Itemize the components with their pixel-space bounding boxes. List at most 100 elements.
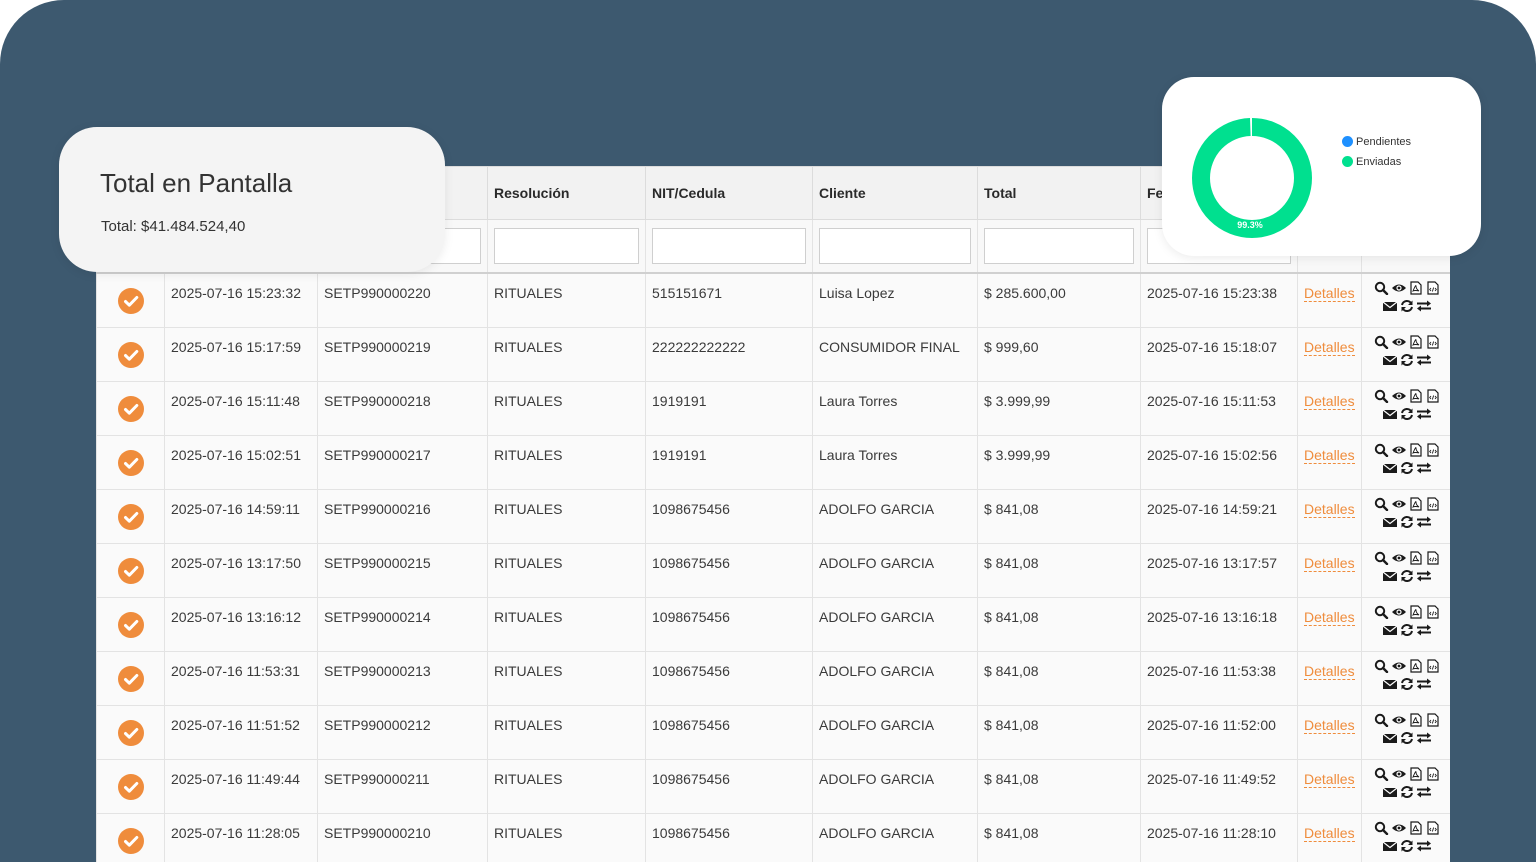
envelope-icon[interactable] xyxy=(1382,407,1398,421)
xml-icon[interactable] xyxy=(1425,821,1441,835)
refresh-icon[interactable] xyxy=(1399,353,1415,367)
exchange-icon[interactable] xyxy=(1416,569,1432,583)
pdf-icon[interactable] xyxy=(1408,443,1424,457)
refresh-icon[interactable] xyxy=(1399,569,1415,583)
filter-nit-input[interactable] xyxy=(652,228,806,264)
eye-icon[interactable] xyxy=(1391,821,1407,835)
exchange-icon[interactable] xyxy=(1416,677,1432,691)
filter-total-input[interactable] xyxy=(984,228,1134,264)
search-icon[interactable] xyxy=(1374,821,1390,835)
exchange-icon[interactable] xyxy=(1416,353,1432,367)
envelope-icon[interactable] xyxy=(1382,677,1398,691)
filter-resolution-input[interactable] xyxy=(494,228,639,264)
exchange-icon[interactable] xyxy=(1416,623,1432,637)
eye-icon[interactable] xyxy=(1391,659,1407,673)
table-row[interactable]: 2025-07-16 13:16:12 SETP990000214 RITUAL… xyxy=(96,597,1450,652)
table-row[interactable]: 2025-07-16 11:49:44 SETP990000211 RITUAL… xyxy=(96,759,1450,814)
table-row[interactable]: 2025-07-16 11:28:05 SETP990000210 RITUAL… xyxy=(96,813,1450,862)
pdf-icon[interactable] xyxy=(1408,821,1424,835)
pdf-icon[interactable] xyxy=(1408,497,1424,511)
pdf-icon[interactable] xyxy=(1408,767,1424,781)
exchange-icon[interactable] xyxy=(1416,407,1432,421)
exchange-icon[interactable] xyxy=(1416,461,1432,475)
refresh-icon[interactable] xyxy=(1399,623,1415,637)
search-icon[interactable] xyxy=(1374,551,1390,565)
column-header-resolution[interactable]: Resolución xyxy=(487,166,646,220)
search-icon[interactable] xyxy=(1374,443,1390,457)
search-icon[interactable] xyxy=(1374,605,1390,619)
pdf-icon[interactable] xyxy=(1408,551,1424,565)
envelope-icon[interactable] xyxy=(1382,569,1398,583)
xml-icon[interactable] xyxy=(1425,659,1441,673)
refresh-icon[interactable] xyxy=(1399,839,1415,853)
details-link[interactable]: Detalles xyxy=(1304,717,1355,734)
search-icon[interactable] xyxy=(1374,281,1390,295)
pdf-icon[interactable] xyxy=(1408,281,1424,295)
column-header-nit[interactable]: NIT/Cedula xyxy=(645,166,813,220)
search-icon[interactable] xyxy=(1374,659,1390,673)
details-link[interactable]: Detalles xyxy=(1304,501,1355,518)
pdf-icon[interactable] xyxy=(1408,389,1424,403)
table-row[interactable]: 2025-07-16 11:51:52 SETP990000212 RITUAL… xyxy=(96,705,1450,760)
search-icon[interactable] xyxy=(1374,335,1390,349)
xml-icon[interactable] xyxy=(1425,605,1441,619)
xml-icon[interactable] xyxy=(1425,389,1441,403)
xml-icon[interactable] xyxy=(1425,443,1441,457)
exchange-icon[interactable] xyxy=(1416,731,1432,745)
details-link[interactable]: Detalles xyxy=(1304,393,1355,410)
search-icon[interactable] xyxy=(1374,767,1390,781)
table-row[interactable]: 2025-07-16 15:17:59 SETP990000219 RITUAL… xyxy=(96,327,1450,382)
xml-icon[interactable] xyxy=(1425,497,1441,511)
xml-icon[interactable] xyxy=(1425,713,1441,727)
eye-icon[interactable] xyxy=(1391,389,1407,403)
details-link[interactable]: Detalles xyxy=(1304,339,1355,356)
details-link[interactable]: Detalles xyxy=(1304,447,1355,464)
envelope-icon[interactable] xyxy=(1382,785,1398,799)
refresh-icon[interactable] xyxy=(1399,461,1415,475)
exchange-icon[interactable] xyxy=(1416,299,1432,313)
refresh-icon[interactable] xyxy=(1399,407,1415,421)
exchange-icon[interactable] xyxy=(1416,785,1432,799)
table-row[interactable]: 2025-07-16 11:53:31 SETP990000213 RITUAL… xyxy=(96,651,1450,706)
search-icon[interactable] xyxy=(1374,497,1390,511)
details-link[interactable]: Detalles xyxy=(1304,285,1355,302)
refresh-icon[interactable] xyxy=(1399,785,1415,799)
envelope-icon[interactable] xyxy=(1382,299,1398,313)
table-row[interactable]: 2025-07-16 14:59:11 SETP990000216 RITUAL… xyxy=(96,489,1450,544)
eye-icon[interactable] xyxy=(1391,443,1407,457)
envelope-icon[interactable] xyxy=(1382,515,1398,529)
search-icon[interactable] xyxy=(1374,389,1390,403)
pdf-icon[interactable] xyxy=(1408,659,1424,673)
column-header-client[interactable]: Cliente xyxy=(812,166,978,220)
eye-icon[interactable] xyxy=(1391,767,1407,781)
refresh-icon[interactable] xyxy=(1399,515,1415,529)
eye-icon[interactable] xyxy=(1391,497,1407,511)
envelope-icon[interactable] xyxy=(1382,839,1398,853)
details-link[interactable]: Detalles xyxy=(1304,609,1355,626)
envelope-icon[interactable] xyxy=(1382,353,1398,367)
envelope-icon[interactable] xyxy=(1382,461,1398,475)
envelope-icon[interactable] xyxy=(1382,623,1398,637)
envelope-icon[interactable] xyxy=(1382,731,1398,745)
pdf-icon[interactable] xyxy=(1408,605,1424,619)
xml-icon[interactable] xyxy=(1425,281,1441,295)
details-link[interactable]: Detalles xyxy=(1304,825,1355,842)
xml-icon[interactable] xyxy=(1425,335,1441,349)
table-row[interactable]: 2025-07-16 15:23:32 SETP990000220 RITUAL… xyxy=(96,272,1450,328)
details-link[interactable]: Detalles xyxy=(1304,663,1355,680)
table-row[interactable]: 2025-07-16 13:17:50 SETP990000215 RITUAL… xyxy=(96,543,1450,598)
table-row[interactable]: 2025-07-16 15:02:51 SETP990000217 RITUAL… xyxy=(96,435,1450,490)
eye-icon[interactable] xyxy=(1391,281,1407,295)
details-link[interactable]: Detalles xyxy=(1304,555,1355,572)
details-link[interactable]: Detalles xyxy=(1304,771,1355,788)
filter-client-input[interactable] xyxy=(819,228,971,264)
search-icon[interactable] xyxy=(1374,713,1390,727)
eye-icon[interactable] xyxy=(1391,551,1407,565)
eye-icon[interactable] xyxy=(1391,335,1407,349)
table-row[interactable]: 2025-07-16 15:11:48 SETP990000218 RITUAL… xyxy=(96,381,1450,436)
eye-icon[interactable] xyxy=(1391,713,1407,727)
refresh-icon[interactable] xyxy=(1399,731,1415,745)
column-header-total[interactable]: Total xyxy=(977,166,1141,220)
xml-icon[interactable] xyxy=(1425,767,1441,781)
pdf-icon[interactable] xyxy=(1408,713,1424,727)
